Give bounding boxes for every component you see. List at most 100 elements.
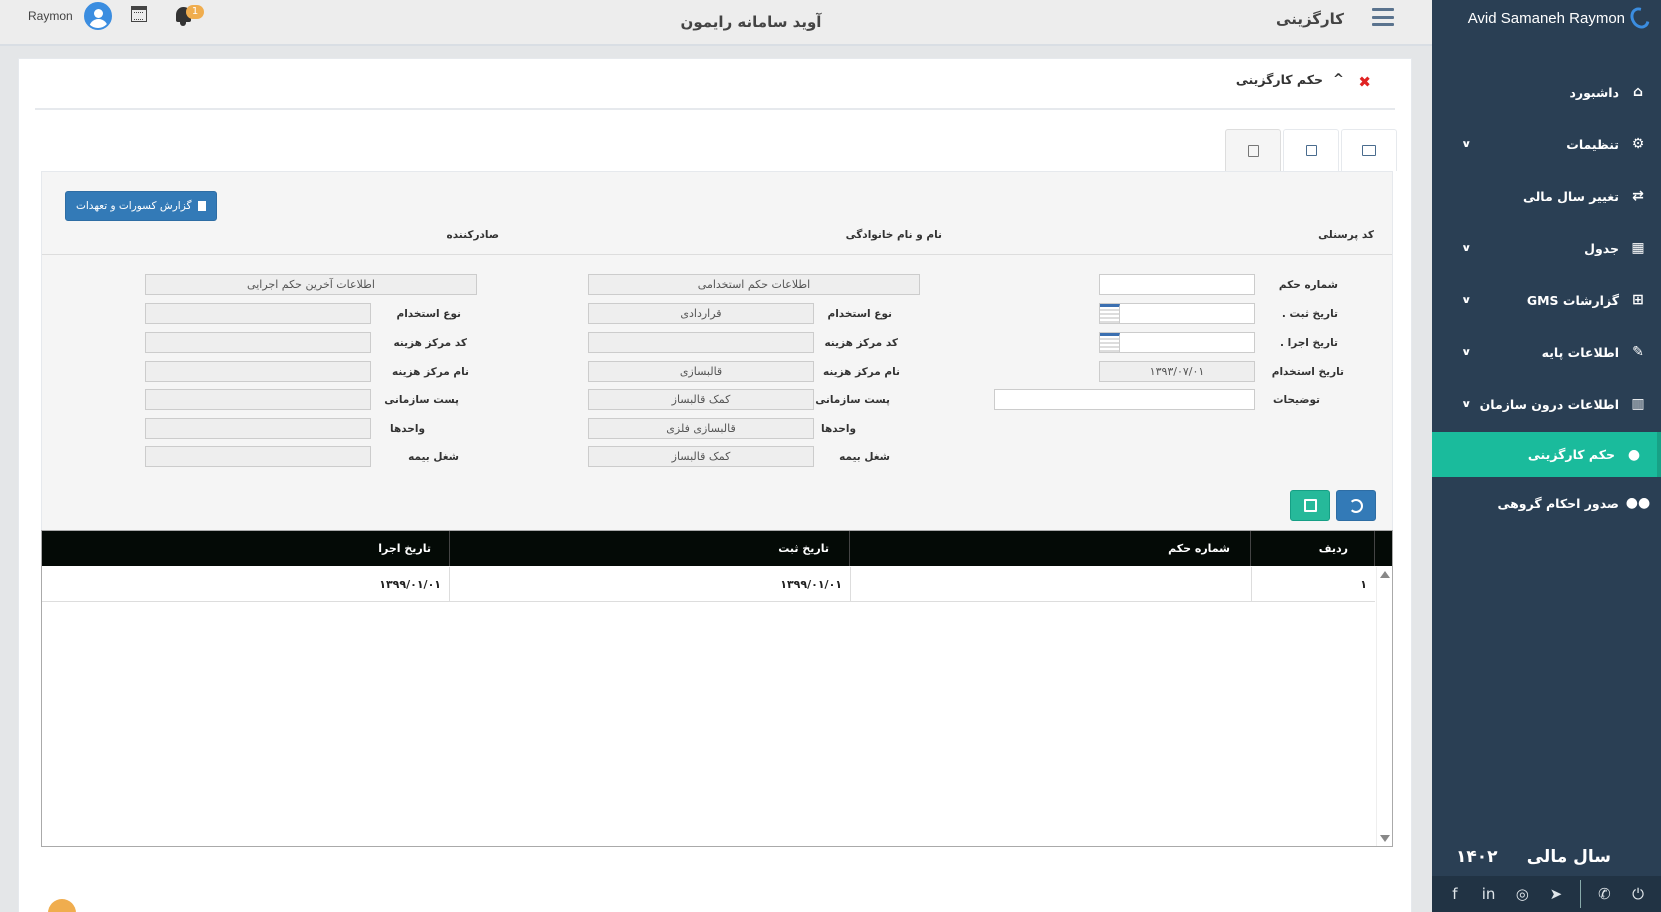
chevron-down-icon: ∨ [1460, 294, 1472, 306]
sidebar-item-label: صدور احکام گروهی [1497, 495, 1619, 511]
linkedin-icon[interactable]: in [1479, 884, 1499, 904]
save-icon [1303, 499, 1317, 512]
last-employment-type-field [145, 303, 371, 324]
cogs-icon: ⚙ [1631, 136, 1645, 152]
tab-edit[interactable] [1283, 129, 1339, 171]
sidebar-item-org-info[interactable]: ▥ اطلاعات درون سازمان ∨ [1432, 378, 1661, 430]
deductions-report-button[interactable]: گزارش کسورات و تعهدات [65, 191, 217, 221]
sidebar-item-label: داشبورد [1569, 84, 1619, 100]
last-units-label: واحدها [390, 423, 425, 435]
decree-number-input[interactable] [1099, 274, 1255, 295]
last-org-post-label: پست سازمانی [384, 394, 459, 406]
tab-calculator[interactable] [1225, 129, 1281, 172]
avatar[interactable] [84, 2, 112, 30]
scroll-up-icon[interactable] [1380, 571, 1390, 578]
column-header-register-date[interactable]: تاریخ ثبت [449, 531, 849, 566]
last-cost-center-code-field [145, 332, 371, 353]
cost-center-name-field: قالبسازی [588, 361, 814, 382]
chevron-up-icon[interactable]: ^ [1333, 73, 1344, 86]
sidebar-item-base-info[interactable]: ✎ اطلاعات پایه ∨ [1432, 326, 1661, 378]
issuer-label: صادرکننده [446, 229, 499, 241]
sidebar-item-gms-reports[interactable]: ⊞ گزارشات GMS ∨ [1432, 274, 1661, 326]
table-row[interactable]: ۱ ۱۳۹۹/۰۱/۰۱ ۱۳۹۹/۰۱/۰۱ [42, 567, 1375, 602]
cell-execute-date: ۱۳۹۹/۰۱/۰۱ [379, 578, 441, 591]
column-header-decree-number[interactable]: شماره حکم [849, 531, 1250, 566]
social-bar: f in ◎ ➤ ✆ ⏻ [1432, 876, 1661, 912]
sidebar-item-dashboard[interactable]: ⌂ داشبورد [1432, 66, 1661, 118]
personnel-code-label: کد پرسنلی [1318, 229, 1374, 241]
column-header-execute-date[interactable]: تاریخ اجرا [42, 531, 449, 566]
divider [1579, 880, 1581, 908]
home-icon: ⌂ [1632, 84, 1644, 100]
panel-title: حکم کارگزینی [1235, 72, 1323, 87]
last-cost-center-name-field [145, 361, 371, 382]
description-label: توضیحات [1272, 394, 1320, 406]
sidebar-item-label: اطلاعات پایه [1541, 344, 1619, 360]
grid-scrollbar[interactable] [1376, 567, 1392, 846]
chevron-down-icon: ∨ [1460, 138, 1472, 150]
fiscal-year-label: سال مالی [1526, 847, 1611, 867]
system-name: آوید سامانه رایمون [680, 13, 822, 31]
sidebar-item-table[interactable]: ▦ جدول ∨ [1432, 222, 1661, 274]
org-post-field: کمک قالبساز [588, 389, 814, 410]
register-date-input[interactable] [1099, 303, 1255, 324]
org-post-label: پست سازمانی [815, 394, 890, 406]
datepicker-icon[interactable] [1100, 333, 1120, 352]
brand-logo-icon [1626, 3, 1654, 33]
grid-header: ردیف شماره حکم تاریخ ثبت تاریخ اجرا [42, 531, 1392, 566]
user-name[interactable]: Raymon [28, 9, 73, 23]
last-employment-type-label: نوع استخدام [396, 308, 462, 320]
units-field: قالبسازی فلزی [588, 418, 814, 439]
sidebar-item-label: اطلاعات درون سازمان [1479, 396, 1619, 412]
calendar-icon[interactable] [131, 6, 147, 22]
sidebar-item-personnel-decree[interactable]: ● حکم کارگزینی [1432, 432, 1661, 477]
sidebar: Avid Samaneh Raymon ⌂ داشبورد ⚙ تنظیمات … [1432, 0, 1661, 912]
sidebar-item-label: جدول [1584, 240, 1619, 256]
scroll-down-icon[interactable] [1380, 835, 1390, 842]
panel-header: حکم کارگزینی ^ ✖ [35, 59, 1395, 110]
save-button[interactable] [1290, 490, 1330, 521]
file-icon [197, 201, 206, 211]
sidebar-item-group-decrees[interactable]: ●● صدور احکام گروهی [1432, 477, 1661, 529]
notification-badge: 1 [186, 5, 204, 19]
sidebar-item-settings[interactable]: ⚙ تنظیمات ∨ [1432, 118, 1661, 170]
tab-list[interactable] [1341, 129, 1397, 171]
refresh-icon [1349, 498, 1363, 513]
last-insurance-job-label: شغل بیمه [408, 451, 459, 463]
column-header-row[interactable]: ردیف [1250, 531, 1374, 566]
decree-number-label: شماره حکم [1278, 279, 1338, 291]
datepicker-icon[interactable] [1100, 304, 1120, 323]
units-label: واحدها [821, 423, 856, 435]
facebook-icon[interactable]: f [1445, 884, 1465, 904]
instagram-icon[interactable]: ◎ [1512, 884, 1532, 904]
register-date-label: تاریخ ثبت . [1281, 308, 1338, 320]
last-decree-info-button[interactable]: اطلاعات آخرین حکم اجرایی [145, 274, 477, 295]
brand[interactable]: Avid Samaneh Raymon [1432, 0, 1661, 36]
calculator-icon [1247, 145, 1259, 157]
last-cost-center-name-label: نام مرکز هزینه [392, 366, 469, 378]
sidebar-item-change-fiscal-year[interactable]: ⇄ تغییر سال مالی [1432, 170, 1661, 222]
power-icon[interactable]: ⏻ [1628, 884, 1648, 904]
last-insurance-job-field [145, 446, 371, 467]
main-panel: حکم کارگزینی ^ ✖ گزارش کسورات و تعهدات ک… [18, 58, 1412, 912]
employment-type-label: نوع استخدام [827, 308, 893, 320]
cell-decree-number [850, 567, 1251, 602]
last-cost-center-code-label: کد مرکز هزینه [393, 337, 467, 349]
description-input[interactable] [994, 389, 1255, 410]
refresh-button[interactable] [1336, 490, 1376, 521]
telegram-icon[interactable]: ➤ [1546, 884, 1566, 904]
phone-icon[interactable]: ✆ [1594, 884, 1614, 904]
edit-icon [1305, 145, 1317, 156]
close-icon[interactable]: ✖ [1358, 73, 1371, 91]
users-icon: ●● [1625, 495, 1651, 511]
deductions-report-label: گزارش کسورات و تعهدات [76, 200, 192, 212]
top-bar: کارگزینی آوید سامانه رایمون Raymon 1 [0, 0, 1432, 46]
execute-date-input[interactable] [1099, 332, 1255, 353]
sidebar-item-label: تنظیمات [1566, 136, 1619, 152]
employment-decree-info-button[interactable]: اطلاعات حکم استخدامی [588, 274, 920, 295]
last-units-field [145, 418, 371, 439]
cost-center-name-label: نام مرکز هزینه [823, 366, 900, 378]
retweet-icon: ⇄ [1632, 188, 1644, 204]
user-icon: ● [1627, 446, 1641, 463]
list-icon [1362, 145, 1376, 156]
